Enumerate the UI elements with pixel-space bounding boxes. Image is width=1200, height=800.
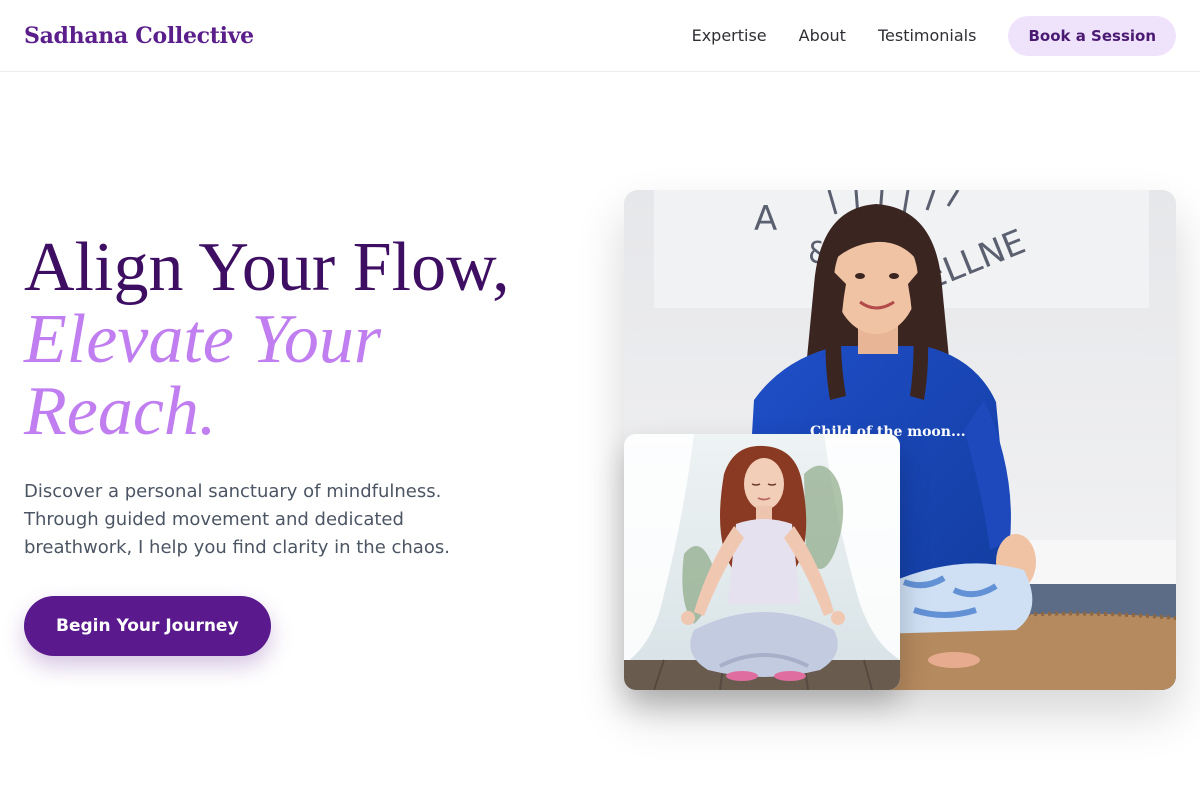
hero-section: Align Your Flow, Elevate Your Reach. Dis… (24, 232, 584, 656)
main-nav: Expertise About Testimonials Book a Sess… (692, 15, 1176, 56)
site-header: Sadhana Collective Expertise About Testi… (0, 0, 1200, 72)
begin-journey-button[interactable]: Begin Your Journey (24, 596, 271, 656)
hero-description: Discover a personal sanctuary of mindful… (24, 481, 450, 558)
hero-headline: Align Your Flow, Elevate Your Reach. (24, 232, 584, 448)
nav-link-testimonials[interactable]: Testimonials (878, 26, 977, 45)
meditation-photo-illustration (624, 434, 900, 690)
headline-line-2: Elevate Your (24, 301, 382, 378)
nav-link-about[interactable]: About (799, 26, 846, 45)
meditation-photo (624, 434, 900, 690)
headline-line-3: Reach. (24, 373, 217, 450)
nav-link-expertise[interactable]: Expertise (692, 26, 767, 45)
headline-line-1: Align Your Flow, (24, 229, 510, 306)
brand-logo[interactable]: Sadhana Collective (24, 23, 254, 49)
book-session-button[interactable]: Book a Session (1008, 15, 1176, 56)
wall-sign-text-left: A (754, 199, 777, 239)
